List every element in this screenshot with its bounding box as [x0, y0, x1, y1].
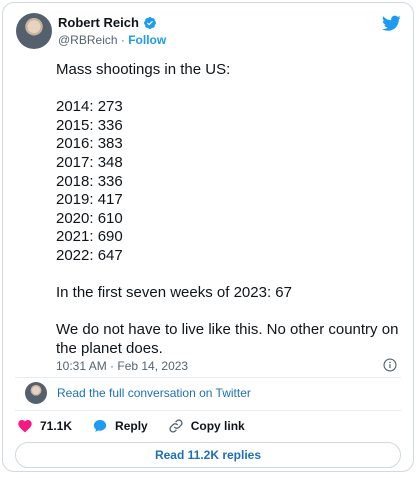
tweet-timestamp[interactable]: 10:31 AM · Feb 14, 2023	[56, 359, 188, 373]
author-avatar[interactable]	[16, 13, 52, 49]
info-icon[interactable]	[383, 358, 397, 372]
author-name-row: Robert Reich	[58, 15, 157, 30]
divider	[15, 377, 401, 378]
verified-badge-icon	[143, 16, 156, 29]
read-conversation-link[interactable]: Read the full conversation on Twitter	[57, 386, 251, 400]
copy-link-button[interactable]: Copy link	[168, 418, 245, 434]
copy-link-label: Copy link	[190, 419, 245, 433]
conversation-avatar	[25, 382, 47, 404]
tweet-text: Mass shootings in the US: 2014: 273 2015…	[56, 61, 399, 357]
author-handle-row: @RBReich · Follow	[58, 33, 166, 47]
twitter-bird-icon[interactable]	[382, 15, 401, 32]
author-name[interactable]: Robert Reich	[58, 15, 139, 30]
follow-button[interactable]: Follow	[128, 33, 166, 47]
reply-bubble-icon	[93, 420, 107, 432]
handle-separator: ·	[117, 33, 129, 47]
link-icon	[169, 419, 183, 433]
read-replies-button[interactable]: Read 11.2K replies	[15, 442, 401, 468]
divider	[15, 410, 401, 411]
like-count: 71.1K	[40, 419, 73, 433]
author-handle[interactable]: @RBReich	[58, 33, 118, 47]
action-bar: 71.1K Reply Copy link	[17, 418, 245, 434]
tweet-card: Robert Reich @RBReich · Follow Mass shoo…	[2, 2, 414, 472]
heart-icon	[18, 420, 32, 433]
reply-button[interactable]: Reply	[92, 418, 148, 434]
like-button[interactable]: 71.1K	[17, 418, 72, 434]
reply-label: Reply	[115, 419, 148, 433]
